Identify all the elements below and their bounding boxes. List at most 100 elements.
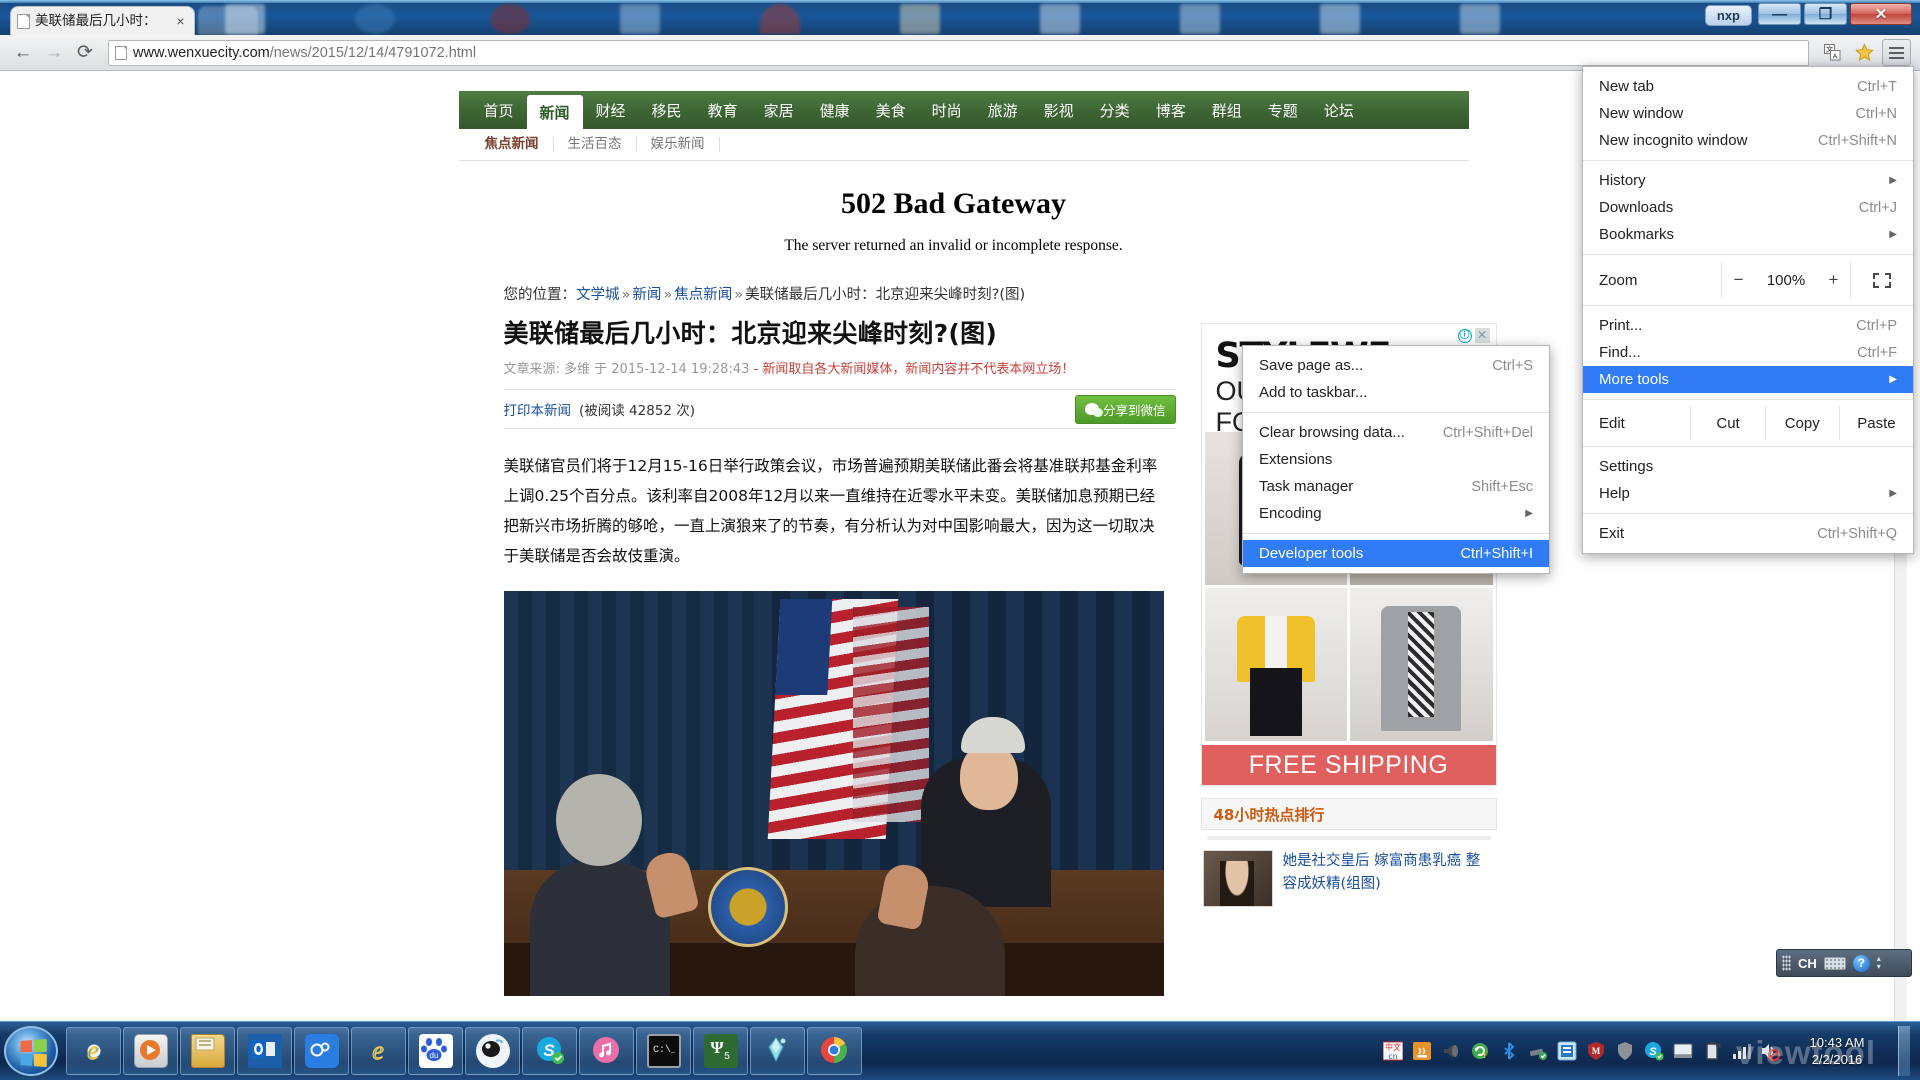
- zoom-out-button[interactable]: −: [1734, 270, 1744, 290]
- nav-item-health[interactable]: 健康: [807, 91, 863, 129]
- signal-tray-icon[interactable]: [1731, 1041, 1751, 1061]
- nav-item-groups[interactable]: 群组: [1199, 91, 1255, 129]
- nav-item-news[interactable]: 新闻: [526, 95, 583, 129]
- nav-item-travel[interactable]: 旅游: [975, 91, 1031, 129]
- breadcrumb-link-site[interactable]: 文学城: [576, 287, 620, 303]
- taskbar-item-outlook[interactable]: [237, 1027, 292, 1075]
- ad-close-icon[interactable]: ✕: [1474, 328, 1490, 343]
- taskbar-item-itunes[interactable]: [579, 1027, 634, 1075]
- menu-item-settings[interactable]: Settings: [1583, 453, 1913, 480]
- breadcrumb-link-focus[interactable]: 焦点新闻: [674, 287, 732, 303]
- print-article-link[interactable]: 打印本新闻: [504, 399, 572, 419]
- menu-item-exit[interactable]: Exit Ctrl+Shift+Q: [1583, 520, 1913, 547]
- office-tray-icon[interactable]: [1557, 1041, 1577, 1061]
- menu-item-clear-browsing-data[interactable]: Clear browsing data... Ctrl+Shift+Del: [1243, 419, 1549, 446]
- ime-language-label[interactable]: CH: [1798, 956, 1817, 971]
- nav-item-food[interactable]: 美食: [863, 91, 919, 129]
- menu-item-new-window[interactable]: New window Ctrl+N: [1583, 100, 1913, 127]
- ad-product-tile[interactable]: [1204, 588, 1347, 741]
- menu-item-print[interactable]: Print... Ctrl+P: [1583, 312, 1913, 339]
- menu-item-extensions[interactable]: Extensions: [1243, 446, 1549, 473]
- cut-button[interactable]: Cut: [1690, 406, 1764, 440]
- volume-muted-tray-icon[interactable]: [1760, 1041, 1780, 1061]
- share-wechat-button[interactable]: 分享到微信: [1074, 394, 1176, 424]
- java-tray-icon[interactable]: [1412, 1041, 1432, 1061]
- network-device-tray-icon[interactable]: [1528, 1041, 1548, 1061]
- chevron-down-icon[interactable]: ▴ ▾: [1877, 955, 1881, 971]
- nav-item-home[interactable]: 首页: [471, 91, 527, 129]
- nav-item-classified[interactable]: 分类: [1087, 91, 1143, 129]
- ad-info-icon[interactable]: ⓘ: [1457, 328, 1472, 343]
- taskbar-item-ws-app[interactable]: Ψ5: [693, 1027, 748, 1075]
- battery-tray-icon[interactable]: [1702, 1041, 1723, 1061]
- menu-item-task-manager[interactable]: Task manager Shift+Esc: [1243, 473, 1549, 500]
- show-desktop-button[interactable]: [1898, 1026, 1910, 1076]
- chinese-ime-tray-icon[interactable]: 中文 cn: [1382, 1041, 1404, 1061]
- bluetooth-tray-icon[interactable]: [1499, 1041, 1519, 1061]
- menu-item-downloads[interactable]: Downloads Ctrl+J: [1583, 194, 1913, 221]
- menu-item-bookmarks[interactable]: Bookmarks ▶: [1583, 221, 1913, 248]
- nav-item-film[interactable]: 影视: [1031, 91, 1087, 129]
- tab-close-icon[interactable]: ×: [173, 14, 188, 29]
- taskbar-item-media-player[interactable]: [123, 1027, 178, 1075]
- ad-product-tile[interactable]: [1350, 588, 1493, 741]
- browser-tab[interactable]: 美联储最后几小时： ×: [10, 6, 195, 35]
- star-icon[interactable]: [1850, 39, 1878, 67]
- subnav-item-life[interactable]: 生活百态: [554, 137, 637, 152]
- menu-item-more-tools[interactable]: More tools ▶: [1583, 366, 1913, 393]
- taskbar-clock[interactable]: 10:43 AM 2/2/2016: [1789, 1034, 1885, 1068]
- nxp-badge[interactable]: nxp: [1704, 5, 1752, 26]
- nav-item-immigration[interactable]: 移民: [639, 91, 695, 129]
- menu-item-developer-tools[interactable]: Developer tools Ctrl+Shift+I: [1243, 540, 1549, 567]
- menu-item-new-incognito-window[interactable]: New incognito window Ctrl+Shift+N: [1583, 127, 1913, 154]
- address-bar[interactable]: www.wenxuecity.com/news/2015/12/14/47910…: [108, 39, 1809, 66]
- menu-item-encoding[interactable]: Encoding ▶: [1243, 500, 1549, 527]
- list-item-label[interactable]: 她是社交皇后 嫁富商患乳癌 整容成妖精(组图): [1283, 850, 1495, 907]
- defender-tray-icon[interactable]: [1615, 1041, 1635, 1061]
- skype-tray-icon[interactable]: S: [1644, 1041, 1664, 1061]
- taskbar-item-internet-explorer-2[interactable]: e: [351, 1027, 406, 1075]
- nav-item-finance[interactable]: 财经: [583, 91, 639, 129]
- taskbar-item-command-prompt[interactable]: C:\_: [636, 1027, 691, 1075]
- maximize-button[interactable]: ❐: [1804, 3, 1847, 25]
- page-info-icon[interactable]: [115, 45, 127, 60]
- back-button[interactable]: ←: [9, 39, 37, 67]
- start-button[interactable]: [4, 1026, 58, 1076]
- copy-button[interactable]: Copy: [1764, 406, 1839, 440]
- speaker-tray-icon[interactable]: [1441, 1041, 1461, 1061]
- taskbar-item-eye-app[interactable]: [465, 1027, 520, 1075]
- nav-item-fashion[interactable]: 时尚: [919, 91, 975, 129]
- nav-item-education[interactable]: 教育: [695, 91, 751, 129]
- menu-item-find[interactable]: Find... Ctrl+F: [1583, 339, 1913, 366]
- translate-icon[interactable]: 文A: [1818, 39, 1846, 67]
- list-item[interactable]: 她是社交皇后 嫁富商患乳癌 整容成妖精(组图): [1201, 850, 1497, 907]
- paste-button[interactable]: Paste: [1838, 406, 1913, 440]
- drag-handle[interactable]: [1782, 955, 1791, 971]
- menu-item-save-page-as[interactable]: Save page as... Ctrl+S: [1243, 352, 1549, 379]
- taskbar-item-skype[interactable]: S: [522, 1027, 577, 1075]
- taskbar-item-file-explorer[interactable]: [180, 1027, 235, 1075]
- menu-item-help[interactable]: Help ▶: [1583, 480, 1913, 507]
- close-button[interactable]: ✕: [1850, 3, 1912, 25]
- taskbar-item-internet-explorer[interactable]: e: [66, 1027, 121, 1075]
- display-tray-icon[interactable]: [1673, 1041, 1693, 1061]
- menu-item-new-tab[interactable]: New tab Ctrl+T: [1583, 73, 1913, 100]
- zoom-in-button[interactable]: +: [1828, 270, 1838, 290]
- security-shield-tray-icon[interactable]: M: [1586, 1041, 1606, 1061]
- taskbar-item-baidu[interactable]: du: [408, 1027, 463, 1075]
- taskbar-item-google-chrome[interactable]: [807, 1027, 862, 1075]
- forward-button[interactable]: →: [40, 39, 68, 67]
- menu-item-history[interactable]: History ▶: [1583, 167, 1913, 194]
- reload-button[interactable]: ⟳: [71, 39, 99, 67]
- help-icon[interactable]: ?: [1852, 954, 1870, 972]
- nav-item-home-living[interactable]: 家居: [751, 91, 807, 129]
- ime-language-bar[interactable]: CH ? ▴ ▾: [1776, 949, 1912, 977]
- subnav-item-entertainment[interactable]: 娱乐新闻: [637, 137, 720, 152]
- hamburger-menu-icon[interactable]: [1882, 39, 1911, 66]
- nav-item-topics[interactable]: 专题: [1255, 91, 1311, 129]
- taskbar-item-cloud-app[interactable]: [294, 1027, 349, 1075]
- nav-item-forum[interactable]: 论坛: [1311, 91, 1367, 129]
- nav-item-blog[interactable]: 博客: [1143, 91, 1199, 129]
- taskbar-item-crystal-app[interactable]: [750, 1027, 805, 1075]
- menu-item-add-to-taskbar[interactable]: Add to taskbar...: [1243, 379, 1549, 406]
